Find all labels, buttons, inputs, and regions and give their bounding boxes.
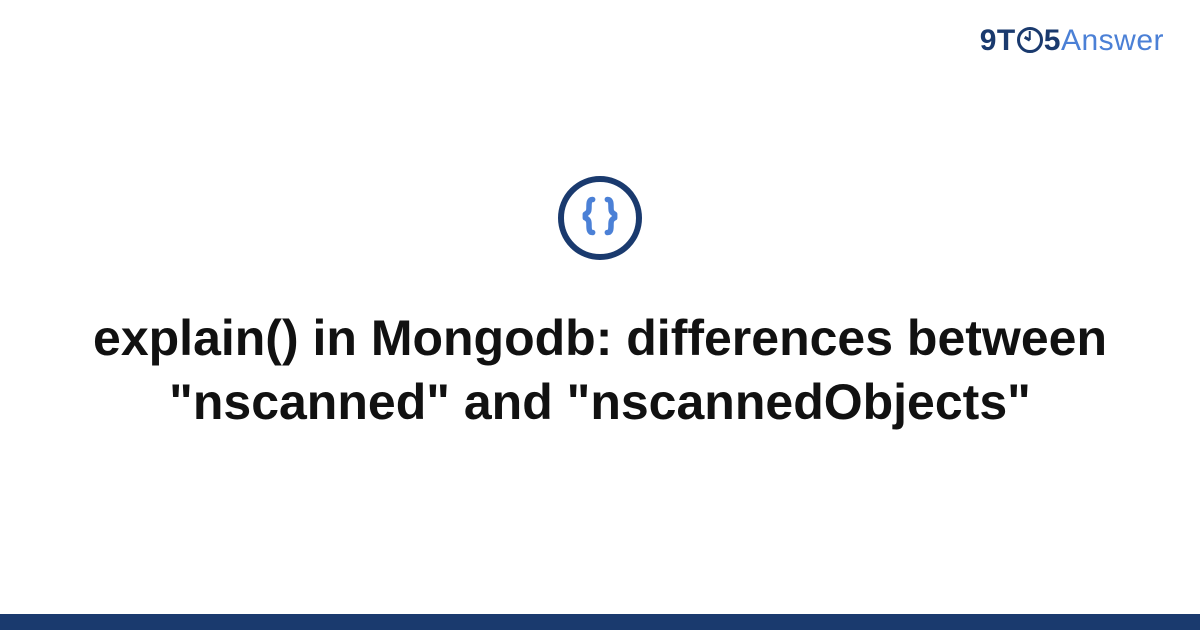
question-title: explain() in Mongodb: differences betwee… <box>80 306 1120 434</box>
category-badge <box>558 176 642 260</box>
code-braces-icon <box>578 194 622 243</box>
footer-accent-bar <box>0 614 1200 630</box>
main-content: explain() in Mongodb: differences betwee… <box>0 0 1200 630</box>
